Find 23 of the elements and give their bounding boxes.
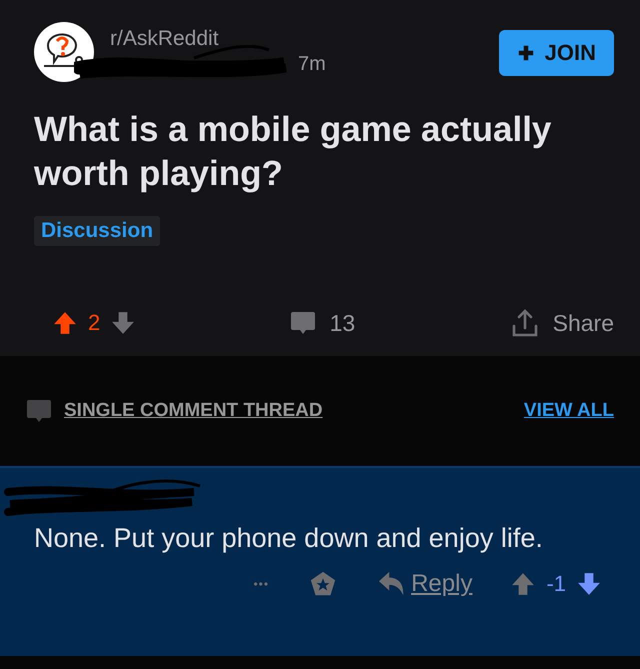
join-button[interactable]: JOIN: [498, 30, 614, 76]
downvote-icon[interactable]: [578, 572, 600, 596]
post-title: What is a mobile game actually worth playing?: [34, 109, 552, 195]
comment-icon: [26, 398, 52, 424]
view-all-link[interactable]: VIEW ALL: [524, 400, 614, 422]
subreddit-avatar-icon: [34, 22, 94, 82]
subreddit-name[interactable]: r/AskReddit: [110, 27, 483, 51]
vote-score: 2: [88, 310, 100, 336]
share-button[interactable]: Share: [510, 308, 614, 338]
downvote-icon[interactable]: [112, 311, 134, 335]
post-flair: Discussion: [34, 216, 160, 246]
award-icon[interactable]: [309, 570, 338, 598]
upvote-icon[interactable]: [512, 572, 534, 596]
comment-text: None. Put your phone down and enjoy life.: [34, 522, 544, 555]
comment-icon: [290, 310, 316, 336]
plus-icon: [516, 44, 535, 62]
share-icon: [510, 308, 539, 338]
comments-button[interactable]: 13: [290, 310, 356, 336]
upvote-icon[interactable]: [54, 311, 76, 335]
post-age: 7m: [298, 52, 326, 76]
vote-score: -1: [546, 571, 566, 597]
single-thread-label[interactable]: SINGLE COMMENT THREAD: [64, 400, 512, 422]
reply-button[interactable]: Reply: [377, 570, 472, 598]
